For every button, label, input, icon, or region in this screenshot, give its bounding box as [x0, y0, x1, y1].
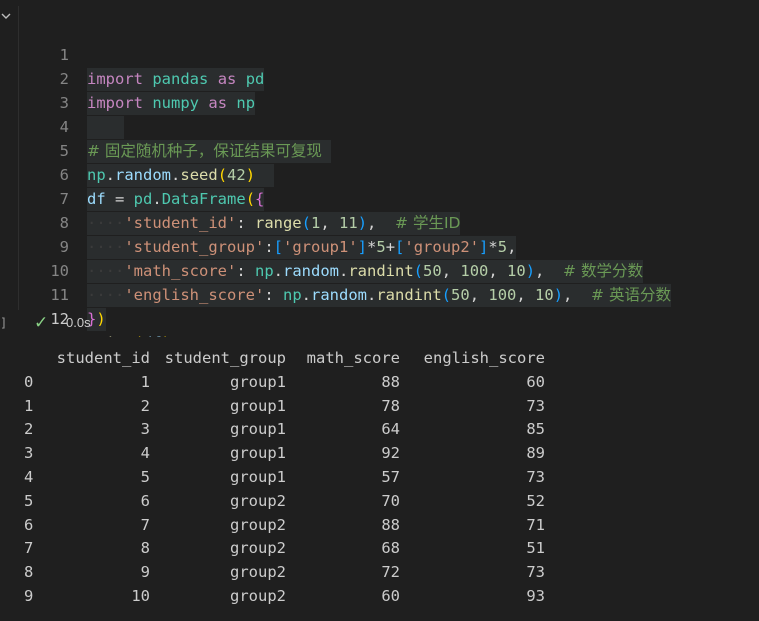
collapse-chevron-icon[interactable] — [0, 10, 12, 22]
column-header: student_id — [56, 349, 150, 367]
table-cell: 73 — [526, 468, 545, 486]
table-cell: 2 — [140, 396, 150, 415]
table-cell: 71 — [526, 515, 545, 534]
row-index: 7 — [24, 539, 34, 558]
table-cell: 57 — [381, 468, 400, 486]
table-cell: group1 — [230, 420, 286, 439]
row-index: 4 — [24, 468, 34, 486]
table-cell: 73 — [526, 396, 545, 415]
code-line: 3 — [19, 68, 759, 140]
table-cell: 52 — [526, 491, 545, 510]
code-line: 11 }) — [19, 260, 759, 332]
code-line: 10 ····'english_score': np.random.randin… — [19, 236, 759, 308]
table-cell: 51 — [526, 539, 545, 558]
table-cell: 4 — [140, 444, 150, 463]
table-cell: group1 — [230, 468, 286, 486]
code-line: 1 import pandas as pd — [19, 20, 759, 92]
row-index: 1 — [24, 396, 34, 415]
table-cell: 10 — [131, 587, 150, 605]
table-cell: 88 — [381, 372, 400, 391]
notebook: 1 import pandas as pd 2 import numpy as … — [0, 0, 759, 621]
execution-count: ] — [0, 316, 8, 330]
row-index: 6 — [24, 515, 34, 534]
table-cell: 64 — [381, 420, 400, 439]
table-cell: group2 — [230, 563, 286, 582]
execution-time: 0.0s — [66, 315, 91, 330]
table-cell: 9 — [140, 563, 150, 582]
table-cell: 3 — [140, 420, 150, 439]
code-line: 2 import numpy as np — [19, 44, 759, 116]
table-cell: group1 — [230, 444, 286, 463]
table-cell: 73 — [526, 563, 545, 582]
table-cell: group2 — [230, 539, 286, 558]
row-index: 9 — [24, 587, 34, 605]
table-cell: 8 — [140, 539, 150, 558]
column-header: math_score — [306, 349, 400, 367]
table-cell: 88 — [381, 515, 400, 534]
table-cell: group1 — [230, 372, 286, 391]
table-cell: 93 — [526, 587, 545, 605]
table-cell: group1 — [230, 396, 286, 415]
row-index: 8 — [24, 563, 34, 582]
table-cell: 68 — [381, 539, 400, 558]
table-cell: group2 — [230, 491, 286, 510]
table-cell: 5 — [140, 468, 150, 486]
code-cell-editor[interactable]: 1 import pandas as pd 2 import numpy as … — [18, 6, 759, 352]
table-cell: group2 — [230, 515, 286, 534]
row-index: 2 — [24, 420, 34, 439]
column-header: student_group — [164, 349, 286, 367]
code-line: 4 # 固定随机种子，保证结果可复现 — [19, 92, 759, 164]
row-index: 3 — [24, 444, 34, 463]
code-line: 12 print(df) — [19, 284, 759, 352]
cell-output: student_id student_group math_score english… — [0, 337, 759, 621]
code-line: 9 ····'math_score': np.random.randint(50… — [19, 212, 759, 284]
table-cell: group2 — [230, 587, 286, 605]
code-line: 5 np.random.seed(42) — [19, 116, 759, 188]
code-line: 7 ····'student_id': range(1, 11), # 学生ID — [19, 164, 759, 236]
code-line: 8 ····'student_group':['group1']*5+['gro… — [19, 188, 759, 260]
table-cell: 70 — [381, 491, 400, 510]
table-cell: 89 — [526, 444, 545, 463]
table-cell: 78 — [381, 396, 400, 415]
table-cell: 60 — [381, 587, 400, 605]
table-cell: 72 — [381, 563, 400, 582]
table-cell: 92 — [381, 444, 400, 463]
table-cell: 60 — [526, 372, 545, 391]
row-index: 0 — [24, 372, 34, 391]
row-index: 5 — [24, 491, 34, 510]
table-cell: 1 — [140, 372, 150, 391]
table-cell: 85 — [526, 420, 545, 439]
table-cell: 6 — [140, 491, 150, 510]
table-cell: 7 — [140, 515, 150, 534]
column-header: english_score — [423, 349, 545, 367]
code-line: 6 df = pd.DataFrame({ — [19, 140, 759, 212]
checkmark-icon: ✓ — [34, 313, 49, 332]
